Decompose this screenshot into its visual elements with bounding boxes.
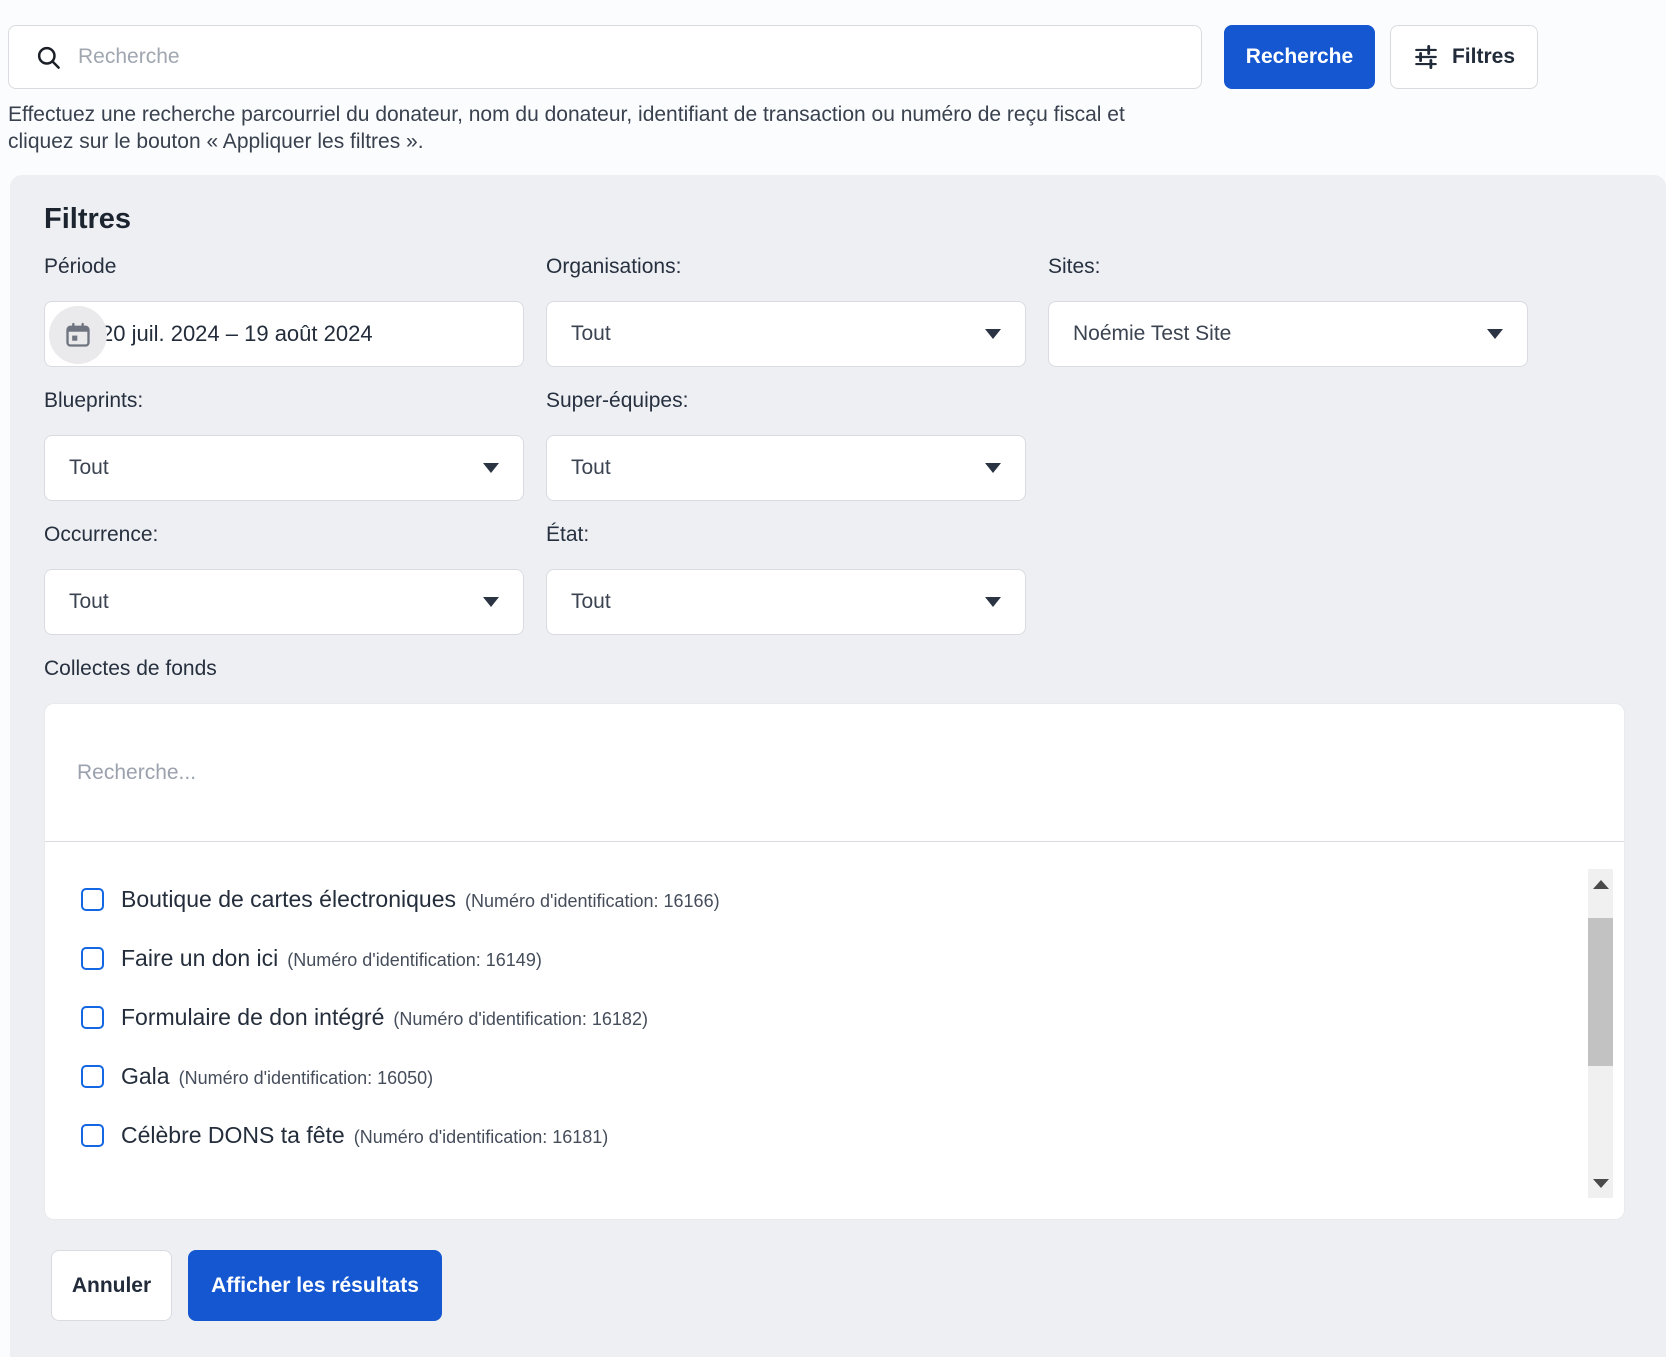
fundraiser-id: (Numéro d'identification: 16050) bbox=[179, 1065, 434, 1089]
scroll-up-arrow[interactable] bbox=[1588, 869, 1613, 899]
chevron-down-icon bbox=[1487, 329, 1503, 339]
fundraiser-row[interactable]: Formulaire de don intégré (Numéro d'iden… bbox=[45, 988, 1624, 1047]
filters-button[interactable]: Filtres bbox=[1390, 25, 1538, 89]
fundraiser-name: Célèbre DONS ta fête bbox=[121, 1122, 345, 1149]
super-equipes-dropdown-value: Tout bbox=[571, 456, 611, 480]
fundraisers-search-input[interactable] bbox=[77, 761, 1469, 785]
search-icon bbox=[35, 44, 62, 71]
organisations-label: Organisations: bbox=[546, 255, 681, 279]
occurrence-dropdown[interactable]: Tout bbox=[44, 569, 524, 635]
fundraiser-id: (Numéro d'identification: 16166) bbox=[465, 888, 720, 912]
fundraiser-checkbox[interactable] bbox=[81, 1124, 104, 1147]
occurrence-dropdown-value: Tout bbox=[69, 590, 109, 614]
blueprints-dropdown-value: Tout bbox=[69, 456, 109, 480]
donor-search-bar bbox=[8, 25, 1202, 89]
fundraiser-checkbox[interactable] bbox=[81, 947, 104, 970]
filters-panel: Filtres Période Organisations: Sites: 20… bbox=[10, 175, 1666, 1357]
fundraiser-id: (Numéro d'identification: 16182) bbox=[393, 1006, 648, 1030]
collectes-de-fonds-label: Collectes de fonds bbox=[44, 657, 217, 681]
organisations-dropdown-value: Tout bbox=[571, 322, 611, 346]
fundraiser-checkbox[interactable] bbox=[81, 1006, 104, 1029]
fundraiser-row[interactable]: Faire un don ici (Numéro d'identificatio… bbox=[45, 929, 1624, 988]
sliders-icon bbox=[1413, 44, 1439, 70]
chevron-down-icon bbox=[483, 597, 499, 607]
fundraisers-list: Boutique de cartes électroniques (Numéro… bbox=[45, 842, 1624, 1165]
super-equipes-label: Super-équipes: bbox=[546, 389, 688, 413]
fundraiser-id: (Numéro d'identification: 16181) bbox=[354, 1124, 609, 1148]
search-button[interactable]: Recherche bbox=[1224, 25, 1375, 89]
blueprints-label: Blueprints: bbox=[44, 389, 143, 413]
fundraisers-card: Boutique de cartes électroniques (Numéro… bbox=[44, 703, 1625, 1220]
apply-results-button[interactable]: Afficher les résultats bbox=[188, 1250, 442, 1321]
etat-label: État: bbox=[546, 523, 589, 547]
fundraiser-name: Formulaire de don intégré bbox=[121, 1004, 384, 1031]
blueprints-dropdown[interactable]: Tout bbox=[44, 435, 524, 501]
chevron-down-icon bbox=[483, 463, 499, 473]
fundraiser-name: Boutique de cartes électroniques bbox=[121, 886, 456, 913]
chevron-down-icon bbox=[985, 329, 1001, 339]
sites-dropdown[interactable]: Noémie Test Site bbox=[1048, 301, 1528, 367]
etat-dropdown-value: Tout bbox=[571, 590, 611, 614]
fundraiser-checkbox[interactable] bbox=[81, 888, 104, 911]
super-equipes-dropdown[interactable]: Tout bbox=[546, 435, 1026, 501]
fundraiser-row[interactable]: Boutique de cartes électroniques (Numéro… bbox=[45, 870, 1624, 929]
scroll-down-arrow[interactable] bbox=[1588, 1168, 1613, 1198]
sites-label: Sites: bbox=[1048, 255, 1101, 279]
panel-title: Filtres bbox=[44, 203, 131, 236]
fundraiser-row[interactable]: Gala (Numéro d'identification: 16050) bbox=[45, 1047, 1624, 1106]
fundraiser-name: Faire un don ici bbox=[121, 945, 278, 972]
occurrence-label: Occurrence: bbox=[44, 523, 158, 547]
sites-dropdown-value: Noémie Test Site bbox=[1073, 322, 1231, 346]
periode-date-range-value: 20 juil. 2024 – 19 août 2024 bbox=[101, 321, 373, 347]
periode-date-range-field[interactable]: 20 juil. 2024 – 19 août 2024 bbox=[44, 301, 524, 367]
fundraiser-checkbox[interactable] bbox=[81, 1065, 104, 1088]
etat-dropdown[interactable]: Tout bbox=[546, 569, 1026, 635]
chevron-down-icon bbox=[985, 597, 1001, 607]
list-scrollbar[interactable] bbox=[1588, 869, 1613, 1198]
fundraisers-search-row bbox=[45, 704, 1624, 842]
scroll-thumb[interactable] bbox=[1588, 918, 1613, 1066]
fundraiser-row[interactable]: Célèbre DONS ta fête (Numéro d'identific… bbox=[45, 1106, 1624, 1165]
filters-button-label: Filtres bbox=[1452, 45, 1515, 69]
organisations-dropdown[interactable]: Tout bbox=[546, 301, 1026, 367]
search-input[interactable] bbox=[78, 26, 1201, 88]
fundraiser-name: Gala bbox=[121, 1063, 170, 1090]
calendar-icon bbox=[49, 306, 107, 364]
periode-label: Période bbox=[44, 255, 116, 279]
fundraiser-id: (Numéro d'identification: 16149) bbox=[287, 947, 542, 971]
cancel-button[interactable]: Annuler bbox=[51, 1250, 172, 1321]
chevron-down-icon bbox=[985, 463, 1001, 473]
help-text: Effectuez une recherche parcourriel du d… bbox=[8, 101, 1188, 155]
